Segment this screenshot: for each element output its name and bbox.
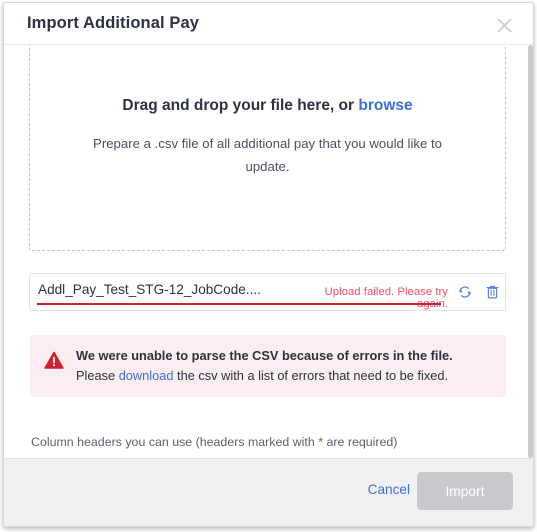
close-button[interactable] (491, 12, 517, 38)
uploaded-file-row: Addl_Pay_Test_STG-12_JobCode.... Upload … (29, 273, 506, 311)
file-dropzone[interactable]: Drag and drop your file here, or browse … (29, 45, 506, 251)
import-button[interactable]: Import (417, 472, 513, 510)
column-headers-note: Column headers you can use (headers mark… (31, 435, 398, 449)
close-icon (496, 17, 513, 34)
upload-progress-bar (37, 303, 441, 305)
dropzone-heading-text: Drag and drop your file here, or (122, 97, 359, 114)
alert-secondary-prefix: Please (76, 368, 119, 383)
alert-primary-message: We were unable to parse the CSV because … (76, 348, 453, 363)
scrollbar-track[interactable] (528, 45, 533, 458)
import-additional-pay-dialog: Import Additional Pay Drag and drop your… (3, 2, 534, 527)
dropzone-description: Prepare a .csv file of all additional pa… (93, 136, 442, 174)
file-name: Addl_Pay_Test_STG-12_JobCode.... (38, 282, 261, 297)
retry-upload-button[interactable] (455, 283, 475, 303)
cancel-button[interactable]: Cancel (368, 482, 410, 497)
warning-triangle-icon (44, 351, 64, 371)
dialog-header: Import Additional Pay (4, 3, 533, 45)
browse-link[interactable]: browse (358, 97, 412, 114)
parse-error-alert: We were unable to parse the CSV because … (30, 335, 506, 397)
alert-secondary-message: Please download the csv with a list of e… (76, 368, 448, 383)
refresh-icon (457, 284, 473, 303)
trash-icon (485, 284, 500, 303)
scrollbar-thumb[interactable] (528, 45, 533, 458)
download-errors-link[interactable]: download (119, 368, 174, 383)
page-title: Import Additional Pay (27, 14, 199, 32)
dropzone-heading: Drag and drop your file here, or browse (30, 97, 505, 115)
delete-file-button[interactable] (482, 283, 502, 303)
dialog-footer: Cancel Import (4, 458, 533, 526)
file-upload-status: Upload failed. Please try again. (324, 286, 448, 310)
alert-secondary-suffix: the csv with a list of errors that need … (173, 368, 449, 383)
dialog-body: Drag and drop your file here, or browse … (4, 45, 533, 458)
